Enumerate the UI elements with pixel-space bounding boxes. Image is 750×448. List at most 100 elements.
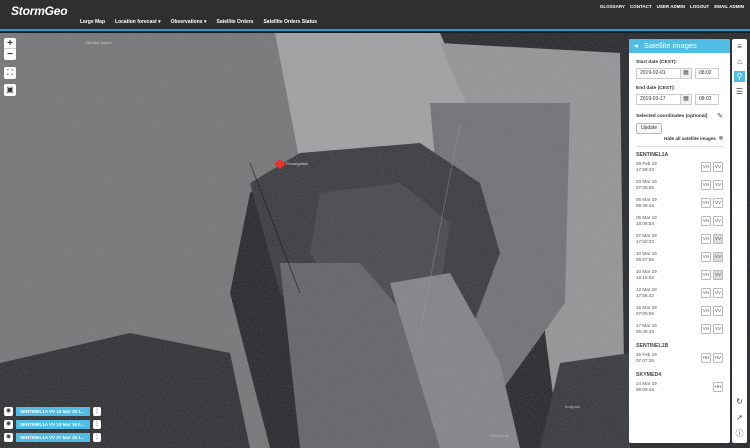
satellite-image-row: 15 Mar 19 07:06:06 VH VV	[636, 302, 723, 320]
polarization-buttons: VH VV	[701, 306, 723, 316]
satellite-image-row: 12 Mar 19 17:58:42 VH VV	[636, 284, 723, 302]
contact-link[interactable]: CONTACT	[630, 4, 652, 9]
polarization-buttons: VH VV	[701, 288, 723, 298]
more-vert-icon[interactable]: ⋮	[93, 420, 101, 429]
end-date-input[interactable]: 2019-03-17	[636, 94, 681, 105]
image-timestamp: 05 Mar 19 06:49:44	[636, 197, 657, 209]
polarization-vv-button[interactable]: VV	[713, 306, 723, 316]
polarization-vh-button[interactable]: VH	[701, 198, 711, 208]
polarization-vv-button[interactable]: VV	[713, 288, 723, 298]
image-timestamp: 15 Mar 19 07:06:06	[636, 305, 657, 317]
nav-satellite-orders-status[interactable]: Satellite Orders Status	[263, 19, 317, 25]
polarization-vv-button[interactable]: VV	[713, 270, 723, 280]
polarization-vv-button[interactable]: VV	[713, 324, 723, 334]
pointer-icon[interactable]: ➚	[734, 412, 745, 423]
polarization-vv-button[interactable]: VV	[713, 252, 723, 262]
polarization-vv-button[interactable]: VV	[713, 198, 723, 208]
zoom-in-button[interactable]: +	[4, 38, 16, 49]
polarization-vh-button[interactable]: VH	[701, 288, 711, 298]
start-time-input[interactable]: 08:02	[695, 68, 719, 79]
polarization-vv-button[interactable]: VV	[713, 216, 723, 226]
satellite-icon[interactable]: ⌂	[734, 56, 745, 67]
image-time: 06:09:44	[636, 387, 654, 392]
refresh-icon[interactable]: ↻	[734, 396, 745, 407]
satellite-image-row: 14 Mar 19 06:09:44 HH	[636, 378, 723, 396]
menu-icon[interactable]: ≡	[734, 41, 745, 52]
more-vert-icon[interactable]: ⋮	[93, 407, 101, 416]
polarization-hh-button[interactable]: HH	[713, 382, 723, 392]
image-timestamp: 07 Mar 19 17:50:33	[636, 233, 657, 245]
polarization-vh-button[interactable]: VH	[701, 324, 711, 334]
polarization-hh-button[interactable]: HH	[701, 353, 711, 363]
polarization-vh-button[interactable]: VH	[701, 252, 711, 262]
polarization-hv-button[interactable]: HV	[713, 353, 723, 363]
layer-label[interactable]: SENTINEL1A VV 10 Mar 19 0...	[16, 420, 90, 429]
nav-large-map[interactable]: Large Map	[80, 19, 105, 25]
image-time: 06:49:43	[636, 329, 654, 334]
polarization-vh-button[interactable]: VH	[701, 180, 711, 190]
end-time-input[interactable]: 08:02	[695, 94, 719, 105]
nav-observations[interactable]: Observations ▾	[171, 19, 207, 25]
email-admin-link[interactable]: EMAIL ADMIN	[714, 4, 744, 9]
image-time: 17:58:43	[636, 167, 654, 172]
fullscreen-icon[interactable]: ⛶	[4, 67, 16, 79]
polarization-vh-button[interactable]: VH	[701, 216, 711, 226]
calendar-icon[interactable]: ▦	[681, 68, 692, 79]
user-admin-link[interactable]: USER ADMIN	[657, 4, 685, 9]
polarization-vv-button[interactable]: VV	[713, 180, 723, 190]
image-timestamp: 05 Mar 19 18:06:54	[636, 215, 657, 227]
polarization-buttons: VH VV	[701, 216, 723, 226]
image-timestamp: 03 Mar 19 07:06:06	[636, 179, 657, 191]
nav-satellite-orders[interactable]: Satellite Orders	[216, 19, 253, 25]
end-date-label: End date (CEST):	[636, 86, 676, 91]
logout-link[interactable]: LOGOUT	[690, 4, 709, 9]
polarization-vh-button[interactable]: VH	[701, 162, 711, 172]
satellite-image-row: 28 Feb 19 17:58:43 VH VV	[636, 158, 723, 176]
satellite-image-row: 17 Mar 19 06:49:43 VH VV	[636, 320, 723, 338]
layer-toggle-icon[interactable]: ▣	[4, 84, 16, 96]
top-bar: StormGeo GLOSSARY CONTACT USER ADMIN LOG…	[0, 0, 750, 31]
polarization-vv-button[interactable]: VV	[713, 162, 723, 172]
list-icon[interactable]: ☰	[734, 86, 745, 97]
polarization-vh-button[interactable]: VH	[701, 270, 711, 280]
panel-header[interactable]: ◂ Satellite images	[629, 39, 730, 53]
image-timestamp: 10 Mar 19 18:15:02	[636, 269, 657, 281]
polarization-vh-button[interactable]: VH	[701, 234, 711, 244]
polarization-buttons: VH VV	[701, 234, 723, 244]
glossary-link[interactable]: GLOSSARY	[600, 4, 625, 9]
layer-label[interactable]: SENTINEL1A VV 10 Mar 19 1...	[16, 407, 90, 416]
image-timestamp: 17 Mar 19 06:49:43	[636, 323, 657, 335]
satellite-images-icon[interactable]: ⚲	[734, 71, 745, 82]
zoom-out-button[interactable]: −	[4, 49, 16, 60]
polarization-buttons: VH VV	[701, 252, 723, 262]
stormgeo-logo[interactable]: StormGeo	[11, 4, 68, 18]
chevron-left-icon[interactable]: ◂	[634, 41, 638, 50]
image-timestamp: 10 Mar 19 06:57:55	[636, 251, 657, 263]
hide-all-images-toggle[interactable]: Hide all satellite images ◎	[636, 135, 723, 141]
divider	[636, 146, 723, 147]
eye-icon[interactable]: ◉	[4, 420, 13, 429]
eye-icon[interactable]: ◉	[4, 407, 13, 416]
eye-icon[interactable]: ◉	[4, 433, 13, 442]
polarization-vh-button[interactable]: VH	[701, 306, 711, 316]
polarization-vv-button[interactable]: VV	[713, 234, 723, 244]
image-time: 07:07:26	[636, 358, 654, 363]
image-time: 17:58:42	[636, 293, 654, 298]
satellite-image-row: 10 Mar 19 18:15:02 VH VV	[636, 266, 723, 284]
layer-item: ◉ SENTINEL1A VV 10 Mar 19 1... ⋮	[4, 407, 101, 416]
start-date-input[interactable]: 2019-02-01	[636, 68, 681, 79]
nav-location-forecast[interactable]: Location forecast ▾	[115, 19, 161, 25]
satellite-image-row: 05 Mar 19 06:49:44 VH VV	[636, 194, 723, 212]
coords-label: Selected coordinates (optional)	[636, 113, 708, 119]
calendar-icon[interactable]: ▦	[681, 94, 692, 105]
start-date-label: Start date (CEST):	[636, 60, 678, 65]
info-icon[interactable]: ⓘ	[734, 428, 745, 439]
layer-label[interactable]: SENTINEL1A VV 07 Mar 19 1...	[16, 433, 90, 442]
more-vert-icon[interactable]: ⋮	[93, 433, 101, 442]
update-button[interactable]: Update	[636, 123, 662, 134]
satellite-groups: SENTINEL1A 28 Feb 19 17:58:43 VH VV 03 Mar 19…	[636, 152, 723, 396]
panel-title: Satellite images	[643, 41, 697, 50]
edit-icon[interactable]: ✎	[717, 112, 723, 120]
image-timestamp: 25 Feb 19 07:07:26	[636, 352, 657, 364]
polarization-buttons: VH VV	[701, 198, 723, 208]
